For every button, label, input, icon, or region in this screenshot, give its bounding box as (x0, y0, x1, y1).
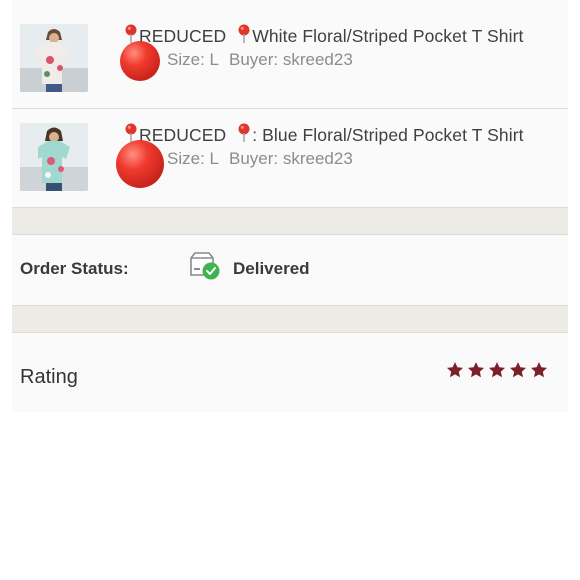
section-divider (12, 207, 568, 235)
item-meta: Size: L Buyer: skreed23 (167, 50, 353, 70)
star-icon (446, 362, 464, 378)
star-icon (488, 362, 506, 378)
item-buyer: Buyer: skreed23 (228, 50, 353, 69)
section-divider (12, 305, 568, 333)
product-thumbnail[interactable] (20, 24, 88, 92)
order-item[interactable]: REDUCED : Blue Floral/Striped Pocket T S… (12, 108, 568, 206)
rating-label: Rating (20, 366, 78, 388)
pin-icon (238, 24, 250, 43)
pin-icon (238, 123, 250, 142)
item-meta: Size: L Buyer: skreed23 (167, 149, 353, 169)
item-size: Size: L (167, 50, 219, 69)
product-name: White Floral/Striped Pocket T Shirt (252, 26, 524, 46)
red-balloon-icon (120, 41, 160, 81)
star-icon (509, 362, 527, 378)
order-status-row: Order Status: Delivered (12, 235, 568, 305)
order-details-card: REDUCED White Floral/Striped Pocket T Sh… (12, 0, 568, 412)
order-item[interactable]: REDUCED White Floral/Striped Pocket T Sh… (12, 10, 568, 108)
item-buyer: Buyer: skreed23 (228, 149, 353, 168)
star-icon (530, 362, 548, 378)
item-size: Size: L (167, 149, 219, 168)
item-title[interactable]: REDUCED White Floral/Striped Pocket T Sh… (124, 24, 524, 47)
product-name: : Blue Floral/Striped Pocket T Shirt (252, 125, 524, 145)
order-status-value: Delivered (233, 259, 310, 278)
rating-stars (446, 361, 548, 379)
package-check-icon (190, 252, 220, 280)
red-balloon-icon (116, 140, 164, 188)
product-thumbnail[interactable] (20, 123, 88, 191)
rating-row: Rating (12, 334, 568, 412)
order-status-label: Order Status: (20, 259, 129, 278)
item-title[interactable]: REDUCED : Blue Floral/Striped Pocket T S… (124, 123, 524, 146)
star-icon (467, 362, 485, 378)
